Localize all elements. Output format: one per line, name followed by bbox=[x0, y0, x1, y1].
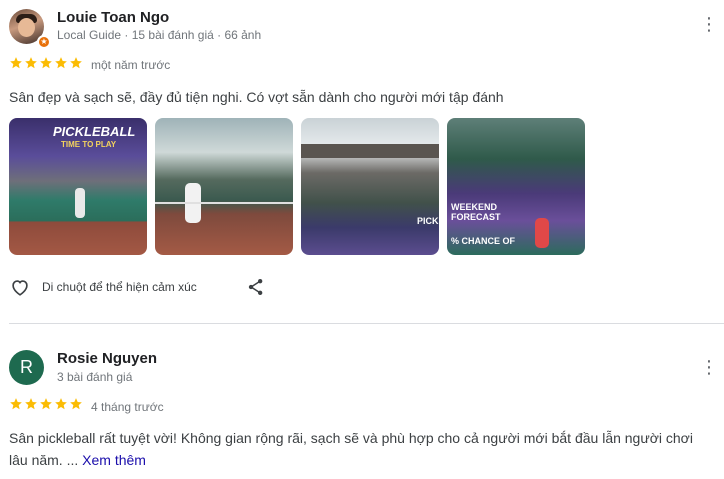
star-icon bbox=[10, 57, 22, 69]
review-card: ★ Louie Toan Ngo Local Guide · 15 bài đá… bbox=[0, 0, 724, 322]
heart-icon[interactable] bbox=[9, 276, 31, 298]
review-date: 4 tháng trước bbox=[91, 400, 164, 414]
star-icon bbox=[70, 57, 82, 69]
photo-subcaption: % CHANCE OF bbox=[451, 236, 516, 246]
player-figure bbox=[535, 218, 549, 248]
star-icon bbox=[10, 398, 22, 410]
review-text: Sân pickleball rất tuyệt vời! Không gian… bbox=[9, 427, 714, 471]
roof-beam bbox=[301, 144, 439, 158]
reaction-bar: Di chuột để thể hiện cảm xúc bbox=[9, 276, 197, 298]
reviewer-meta[interactable]: Local Guide · 15 bài đánh giá · 66 ảnh bbox=[57, 28, 261, 42]
star-icon bbox=[70, 398, 82, 410]
reviewer-name[interactable]: Louie Toan Ngo bbox=[57, 9, 169, 26]
review-text: Sân đẹp và sạch sẽ, đầy đủ tiện nghi. Có… bbox=[9, 89, 504, 105]
star-icon bbox=[25, 398, 37, 410]
review-photo[interactable] bbox=[155, 118, 293, 255]
photo-subcaption: TIME TO PLAY bbox=[61, 140, 117, 149]
avatar-face bbox=[18, 18, 35, 37]
review-photo[interactable]: PICKL bbox=[301, 118, 439, 255]
review-photos: PICKLEBALL TIME TO PLAY PICKL WEEKEND FO… bbox=[9, 118, 585, 255]
review-card: R Rosie Nguyen 3 bài đánh giá ⋮ 4 tháng … bbox=[0, 340, 724, 479]
star-icon bbox=[55, 57, 67, 69]
star-icon bbox=[40, 398, 52, 410]
avatar[interactable]: ★ bbox=[9, 9, 51, 49]
player-figure bbox=[75, 188, 85, 218]
star-rating bbox=[9, 397, 83, 411]
review-divider bbox=[9, 323, 724, 324]
star-icon bbox=[55, 398, 67, 410]
share-icon[interactable] bbox=[246, 277, 266, 297]
read-more-link[interactable]: Xem thêm bbox=[82, 452, 146, 468]
reaction-label[interactable]: Di chuột để thể hiện cảm xúc bbox=[42, 280, 197, 294]
review-date: một năm trước bbox=[91, 58, 171, 72]
avatar[interactable]: R bbox=[9, 350, 44, 385]
more-options-icon[interactable]: ⋮ bbox=[700, 14, 718, 34]
review-photo[interactable]: PICKLEBALL TIME TO PLAY bbox=[9, 118, 147, 255]
star-icon bbox=[25, 57, 37, 69]
photo-caption: WEEKEND FORECAST bbox=[451, 202, 501, 222]
reviewer-meta[interactable]: 3 bài đánh giá bbox=[57, 370, 132, 384]
court-net bbox=[155, 202, 293, 204]
more-options-icon[interactable]: ⋮ bbox=[700, 357, 718, 377]
star-icon bbox=[40, 57, 52, 69]
reviewer-name[interactable]: Rosie Nguyen bbox=[57, 350, 157, 367]
review-photo[interactable]: WEEKEND FORECAST % CHANCE OF bbox=[447, 118, 585, 255]
photo-caption: PICKL bbox=[417, 216, 439, 226]
star-rating bbox=[9, 56, 83, 70]
photo-caption: PICKLEBALL bbox=[53, 124, 136, 139]
local-guide-badge-icon: ★ bbox=[37, 35, 51, 49]
